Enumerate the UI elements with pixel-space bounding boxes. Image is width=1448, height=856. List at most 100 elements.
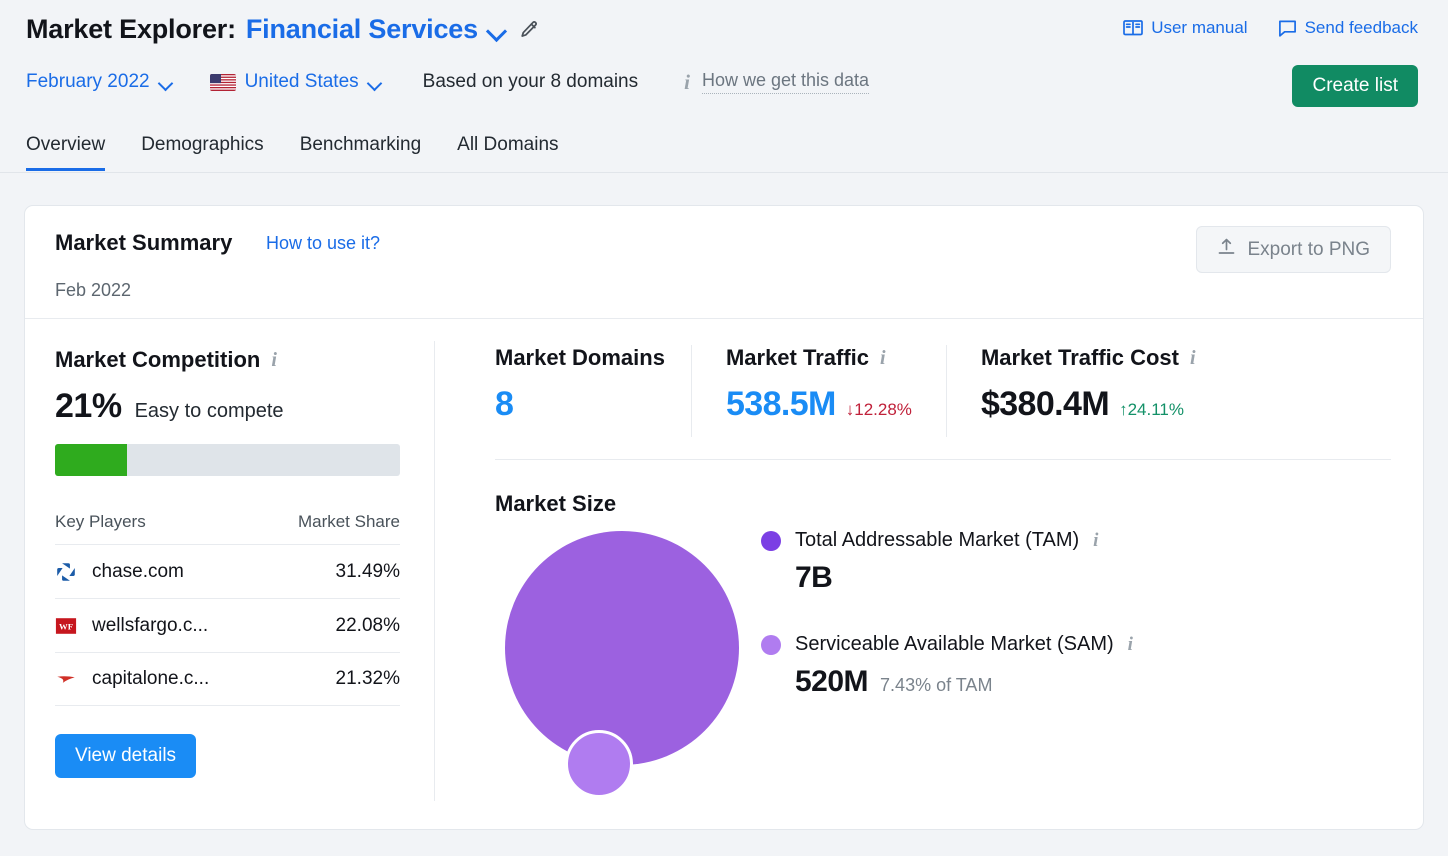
tab-benchmarking[interactable]: Benchmarking — [300, 134, 421, 171]
legend-note: 7.43% of TAM — [880, 675, 992, 696]
month-filter[interactable]: February 2022 — [26, 71, 174, 93]
market-share-column-header: Market Share — [298, 512, 400, 532]
legend-value: 7B — [795, 561, 832, 595]
chevron-down-icon — [159, 78, 174, 87]
market-summary-title: Market Summary — [55, 230, 232, 256]
table-row[interactable]: chase.com 31.49% — [55, 544, 400, 598]
market-explorer-page: Market Explorer: Financial Services User… — [0, 0, 1448, 856]
info-icon[interactable]: i — [271, 350, 277, 370]
send-feedback-label: Send feedback — [1305, 18, 1418, 38]
metric-value-row: 8 — [495, 385, 665, 424]
market-name[interactable]: Financial Services — [246, 14, 478, 45]
send-feedback-link[interactable]: Send feedback — [1278, 18, 1418, 38]
market-size-bubble-chart — [495, 531, 745, 821]
based-on-domains-text: Based on your 8 domains — [423, 71, 638, 93]
tabs-divider — [0, 172, 1448, 173]
page-filters-row: February 2022 United States Based on you… — [26, 70, 869, 94]
us-flag-icon — [210, 74, 236, 91]
market-overview-panel: Market Domains 8 Market Traffic i 538.5M — [471, 319, 1423, 830]
page-header-title-row: Market Explorer: Financial Services — [26, 14, 540, 45]
book-icon — [1123, 19, 1143, 37]
market-size-title: Market Size — [495, 491, 616, 517]
info-icon[interactable]: i — [880, 348, 886, 368]
key-player-cell: chase.com — [55, 561, 184, 583]
speech-bubble-icon — [1278, 19, 1297, 38]
chevron-down-icon[interactable] — [488, 24, 508, 36]
metric-title: Market Traffic Cost — [981, 345, 1179, 371]
user-manual-link[interactable]: User manual — [1123, 18, 1247, 38]
legend-value-row: 520M 7.43% of TAM — [795, 665, 1133, 699]
info-icon[interactable]: i — [1190, 348, 1196, 368]
create-list-button[interactable]: Create list — [1292, 65, 1418, 107]
wellsfargo-favicon-icon: WF — [55, 615, 77, 637]
market-summary-body: Market Competition i 21% Easy to compete… — [25, 319, 1423, 830]
view-details-button[interactable]: View details — [55, 734, 196, 778]
metric-value: 538.5M — [726, 385, 836, 424]
market-competition-label: Easy to compete — [135, 400, 284, 423]
market-size-legend: Total Addressable Market (TAM) i 7B Serv… — [761, 529, 1133, 699]
legend-value-row: 7B — [795, 561, 1133, 595]
upload-icon — [1217, 237, 1236, 262]
metric-title: Market Traffic — [726, 345, 869, 371]
market-summary-header: Market Summary How to use it? Feb 2022 E… — [25, 206, 1423, 319]
page-title: Market Explorer: — [26, 14, 236, 45]
metric-value: $380.4M — [981, 385, 1109, 424]
tab-all-domains[interactable]: All Domains — [457, 134, 558, 171]
legend-head: Total Addressable Market (TAM) i — [761, 529, 1133, 552]
metric-value-row: $380.4M ↑24.11% — [981, 385, 1196, 424]
tab-demographics[interactable]: Demographics — [141, 134, 264, 171]
column-divider — [434, 341, 435, 801]
market-competition-percent: 21% — [55, 387, 122, 426]
metric-value-row: 538.5M ↓12.28% — [726, 385, 912, 424]
country-filter-label: United States — [245, 71, 359, 93]
market-competition-value-row: 21% Easy to compete — [55, 387, 405, 426]
chase-favicon-icon — [55, 561, 77, 583]
metric-market-traffic-cost: Market Traffic Cost i $380.4M ↑24.11% — [946, 345, 1222, 437]
tab-overview[interactable]: Overview — [26, 134, 105, 171]
info-icon[interactable]: i — [1128, 635, 1133, 654]
market-competition-title-row: Market Competition i — [55, 347, 405, 373]
metric-market-traffic: Market Traffic i 538.5M ↓12.28% — [691, 345, 946, 437]
table-row[interactable]: capitalone.c... 21.32% — [55, 652, 400, 706]
user-manual-label: User manual — [1151, 18, 1247, 38]
info-icon: i — [684, 72, 690, 93]
export-to-png-label: Export to PNG — [1248, 239, 1371, 261]
legend-item-tam: Total Addressable Market (TAM) i 7B — [761, 529, 1133, 595]
how-to-use-link[interactable]: How to use it? — [266, 233, 380, 254]
market-competition-title: Market Competition — [55, 347, 260, 373]
edit-pencil-icon[interactable] — [518, 19, 540, 41]
key-player-domain: wellsfargo.c... — [92, 615, 208, 637]
key-player-domain: chase.com — [92, 561, 184, 583]
chevron-down-icon — [368, 78, 383, 87]
key-players-table: Key Players Market Share — [55, 512, 400, 706]
sam-bubble — [565, 730, 633, 798]
metric-title-row: Market Traffic Cost i — [981, 345, 1196, 371]
key-player-domain: capitalone.c... — [92, 668, 209, 690]
capitalone-favicon-icon — [55, 668, 77, 690]
key-players-table-header: Key Players Market Share — [55, 512, 400, 544]
metric-title-row: Market Domains — [495, 345, 665, 371]
section-divider — [495, 459, 1391, 460]
table-row[interactable]: WF wellsfargo.c... 22.08% — [55, 598, 400, 652]
metric-title-row: Market Traffic i — [726, 345, 912, 371]
key-player-cell: WF wellsfargo.c... — [55, 615, 208, 637]
key-player-cell: capitalone.c... — [55, 668, 209, 690]
legend-value: 520M — [795, 665, 868, 699]
metric-delta: ↑24.11% — [1119, 400, 1184, 420]
metrics-row: Market Domains 8 Market Traffic i 538.5M — [471, 345, 1222, 437]
header-utility-links: User manual Send feedback — [1123, 18, 1418, 38]
market-competition-progress-track — [55, 444, 400, 476]
legend-head: Serviceable Available Market (SAM) i — [761, 633, 1133, 656]
export-to-png-button[interactable]: Export to PNG — [1196, 226, 1392, 273]
main-tabs: Overview Demographics Benchmarking All D… — [26, 134, 559, 171]
info-icon[interactable]: i — [1093, 531, 1098, 550]
market-competition-progress-fill — [55, 444, 127, 476]
month-filter-label: February 2022 — [26, 71, 150, 93]
svg-text:WF: WF — [59, 621, 73, 631]
how-we-get-data[interactable]: i How we get this data — [684, 70, 869, 94]
legend-label: Serviceable Available Market (SAM) — [795, 633, 1114, 656]
country-filter[interactable]: United States — [210, 71, 383, 93]
key-player-share: 22.08% — [336, 615, 400, 637]
legend-dot-tam-icon — [761, 531, 781, 551]
market-summary-card: Market Summary How to use it? Feb 2022 E… — [24, 205, 1424, 830]
